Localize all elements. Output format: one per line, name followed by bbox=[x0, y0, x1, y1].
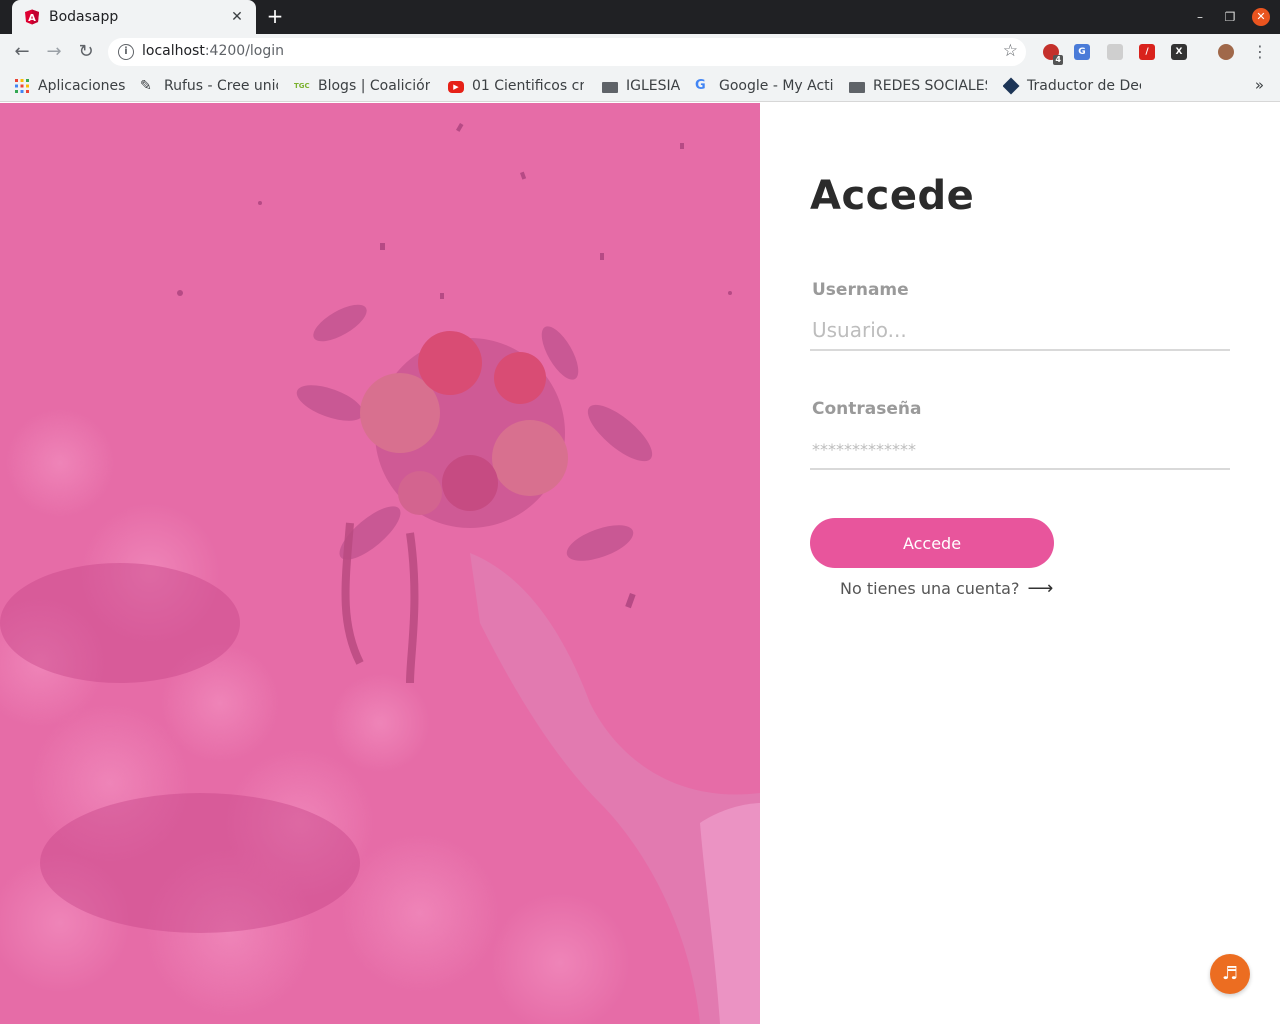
login-page: Accede Username Contraseña Accede No tie… bbox=[0, 103, 1280, 1024]
url-text: localhost:4200/login bbox=[142, 43, 284, 59]
bookmark-label: Google - My Activ bbox=[719, 78, 833, 94]
info-icon[interactable]: i bbox=[118, 44, 134, 60]
profile-avatar[interactable] bbox=[1218, 44, 1234, 60]
folder-icon bbox=[602, 82, 618, 93]
url-path: :4200/login bbox=[204, 43, 285, 59]
bookmark-label: 01 Cientificos cre bbox=[472, 78, 584, 94]
bookmark-label: Aplicaciones bbox=[38, 78, 126, 94]
signup-link[interactable]: No tienes una cuenta? ⟶ bbox=[840, 578, 1053, 599]
bookmark-rufus[interactable]: ✎ Rufus - Cree unid bbox=[140, 76, 278, 96]
tgc-icon: TGC bbox=[294, 82, 310, 90]
username-input[interactable] bbox=[810, 311, 1230, 351]
restore-icon[interactable]: ❐ bbox=[1221, 8, 1239, 26]
address-bar[interactable]: i localhost:4200/login ☆ bbox=[108, 38, 1026, 66]
pencil-extension-icon[interactable]: / bbox=[1139, 44, 1155, 60]
reload-icon[interactable]: ↻ bbox=[74, 40, 98, 64]
browser-titlebar: A Bodasapp ✕ + – ❐ ✕ bbox=[0, 0, 1280, 34]
bookmark-label: Traductor de Dec bbox=[1027, 78, 1141, 94]
page-title: Accede bbox=[810, 173, 975, 219]
svg-text:A: A bbox=[28, 13, 36, 24]
username-label: Username bbox=[812, 280, 909, 300]
rufus-icon: ✎ bbox=[140, 78, 152, 94]
angular-icon: A bbox=[25, 9, 39, 25]
bookmark-label: Blogs | Coalición bbox=[318, 78, 430, 94]
chrome-menu-icon[interactable]: ⋮ bbox=[1252, 42, 1268, 61]
adblock-extension-icon[interactable]: 4 bbox=[1043, 44, 1063, 65]
bookmark-blogs[interactable]: TGC Blogs | Coalición bbox=[294, 76, 430, 96]
bookmark-google-activity[interactable]: G Google - My Activ bbox=[695, 76, 833, 96]
bookmark-traductor[interactable]: Traductor de Dec bbox=[1003, 76, 1141, 96]
forward-icon[interactable]: → bbox=[42, 40, 66, 64]
folder-icon bbox=[849, 82, 865, 93]
bookmark-label: REDES SOCIALES bbox=[873, 78, 987, 94]
extension-badge: 4 bbox=[1053, 55, 1063, 65]
password-input[interactable] bbox=[810, 430, 1230, 470]
bookmark-label: Rufus - Cree unid bbox=[164, 78, 278, 94]
bookmark-label: IGLESIA bbox=[626, 78, 681, 94]
cast-extension-icon[interactable] bbox=[1107, 44, 1123, 60]
back-icon[interactable]: ← bbox=[10, 40, 34, 64]
bookmarks-bar: Aplicaciones ✎ Rufus - Cree unid TGC Blo… bbox=[0, 70, 1280, 102]
apps-grid-icon bbox=[15, 79, 29, 93]
bookmarks-overflow-icon[interactable]: » bbox=[1255, 76, 1264, 94]
minimize-icon[interactable]: – bbox=[1191, 8, 1209, 26]
arrow-right-icon: ⟶ bbox=[1027, 578, 1054, 599]
translate-extension-icon[interactable]: G bbox=[1074, 44, 1090, 60]
hero-bouquet-image bbox=[0, 103, 760, 1024]
bookmark-apps[interactable]: Aplicaciones bbox=[14, 76, 125, 96]
browser-toolbar: ← → ↻ i localhost:4200/login ☆ 4 G / X ⋮ bbox=[0, 34, 1280, 70]
browser-tab[interactable]: A Bodasapp ✕ bbox=[12, 0, 256, 34]
signup-text: No tienes una cuenta? bbox=[840, 579, 1020, 598]
bouquet-illustration bbox=[0, 123, 760, 1024]
google-icon: G bbox=[695, 78, 706, 93]
login-button[interactable]: Accede bbox=[810, 518, 1054, 568]
x-extension-icon[interactable]: X bbox=[1171, 44, 1187, 60]
login-panel: Accede Username Contraseña Accede No tie… bbox=[760, 103, 1280, 1024]
bookmark-cientificos[interactable]: ▶ 01 Cientificos cre bbox=[448, 76, 584, 96]
translator-icon bbox=[1003, 77, 1020, 95]
password-label: Contraseña bbox=[812, 399, 922, 419]
new-tab-icon[interactable]: + bbox=[264, 5, 286, 27]
bookmark-iglesia[interactable]: IGLESIA bbox=[602, 76, 680, 96]
youtube-icon: ▶ bbox=[448, 81, 464, 93]
window-close-icon[interactable]: ✕ bbox=[1252, 8, 1270, 26]
bookmark-redes-sociales[interactable]: REDES SOCIALES bbox=[849, 76, 987, 96]
close-tab-icon[interactable]: ✕ bbox=[228, 8, 246, 26]
url-host: localhost bbox=[142, 43, 205, 59]
music-note-icon: ♬ bbox=[1221, 963, 1239, 984]
bookmark-star-icon[interactable]: ☆ bbox=[1003, 41, 1018, 61]
music-button[interactable]: ♬ bbox=[1210, 954, 1250, 994]
tab-title: Bodasapp bbox=[49, 9, 119, 25]
